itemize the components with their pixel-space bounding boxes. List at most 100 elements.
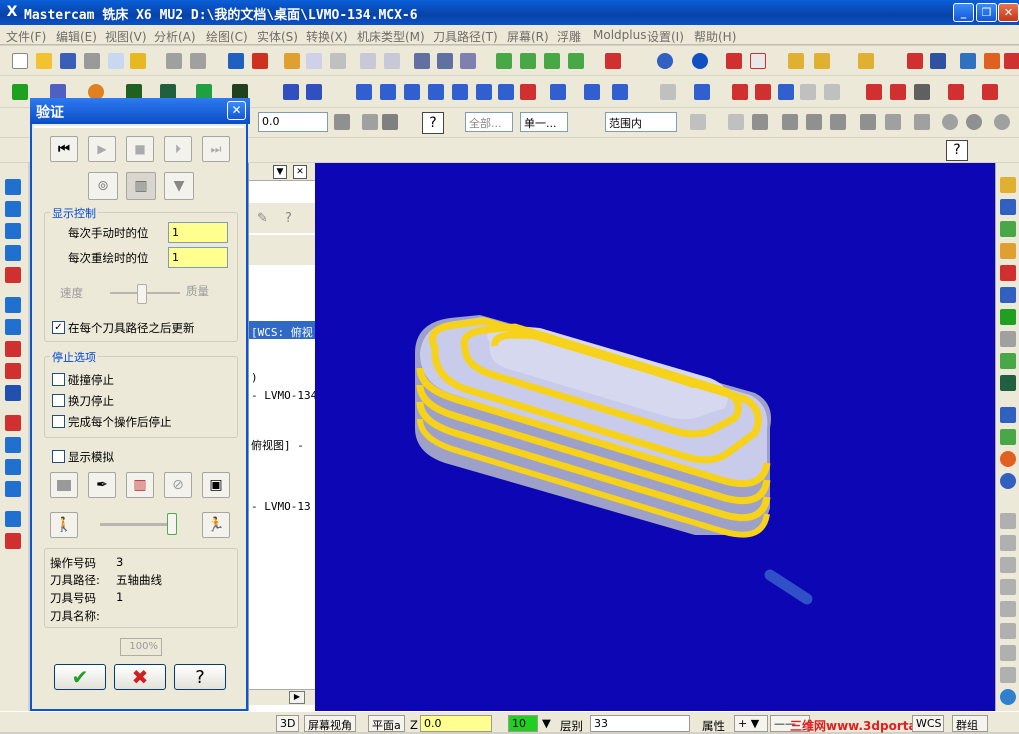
rotate-icon[interactable] [380,84,396,100]
draw-pencil-icon[interactable] [1000,177,1016,193]
color-dropdown-icon[interactable]: ▼ [542,716,551,730]
save-icon[interactable] [60,53,76,69]
range-select[interactable]: 范围内 [605,112,677,132]
shade-blue-icon[interactable] [1000,407,1016,423]
zoom-in-icon[interactable] [360,53,376,69]
check-icon[interactable] [907,53,923,69]
gray-3-icon[interactable] [1000,557,1016,573]
boolean-common-icon[interactable] [5,459,21,475]
auto-cursor-icon[interactable] [382,114,398,130]
grid-right-icon[interactable] [1000,243,1016,259]
loop-select-icon[interactable] [830,114,846,130]
scroll-right-icon[interactable]: ▶ [289,691,305,704]
offset-icon[interactable] [452,84,468,100]
boolean-add-icon[interactable] [5,415,21,431]
dialog-close-button[interactable]: ✕ [227,101,246,120]
blue-ball-icon[interactable] [1000,473,1016,489]
mirror-xform-icon[interactable] [404,84,420,100]
gray-8-icon[interactable] [1000,667,1016,683]
step-button[interactable]: ⏵ [164,136,192,162]
redraw-step-input[interactable]: 1 [168,247,228,268]
verify-icon[interactable] [982,84,998,100]
hand-icon[interactable] [660,84,676,100]
zoom-window-icon[interactable] [284,53,300,69]
trim-icon[interactable] [283,84,299,100]
top-view-icon[interactable] [520,53,536,69]
exclaim-icon[interactable] [362,114,378,130]
walk-button[interactable]: 🚶 [50,512,78,538]
menu-screen[interactable]: 屏幕(R) [507,28,549,45]
orange-icon[interactable] [1000,451,1016,467]
group-button[interactable]: 群组 [952,715,988,732]
menu-toolpaths[interactable]: 刀具路径(T) [433,28,498,45]
scale-icon[interactable] [428,84,444,100]
side-view-icon[interactable] [568,53,584,69]
break-icon[interactable] [306,84,322,100]
select-all-button[interactable]: 全部... [465,112,513,132]
translate-icon[interactable] [356,84,372,100]
graphics-viewport[interactable] [315,163,995,711]
solid-layout-icon[interactable] [5,481,21,497]
array-icon[interactable] [498,84,514,100]
solid-red-icon[interactable] [1004,53,1019,69]
menu-help[interactable]: 帮助(H) [694,28,736,45]
sketch-icon[interactable] [814,53,830,69]
color-icon[interactable] [984,53,1000,69]
plane-button[interactable]: 平面a [368,715,405,732]
gray-1-icon[interactable] [1000,513,1016,529]
speed-quality-slider[interactable] [137,284,147,304]
stock-icon[interactable] [948,84,964,100]
menu-relief[interactable]: 浮雕 [557,28,581,45]
hint-icon[interactable] [130,53,146,69]
rewind-button[interactable]: ⏮ [50,136,78,162]
wireframe-icon[interactable] [750,53,766,69]
undo-select-icon[interactable] [885,114,901,130]
ops-dropdown-icon[interactable]: ▼ [273,165,287,179]
cancel-select-icon[interactable] [942,114,958,130]
iso-view-icon[interactable] [496,53,512,69]
solid-thicken-icon[interactable] [5,363,21,379]
new-file-icon[interactable] [12,53,28,69]
update-after-path-checkbox[interactable]: ✓ [52,321,65,334]
hide-icon[interactable] [460,53,476,69]
end-select-icon[interactable] [966,114,982,130]
register-icon[interactable] [612,84,628,100]
list-icon[interactable] [755,84,771,100]
machine-icon[interactable] [914,84,930,100]
menu-machine-type[interactable]: 机床类型(M) [357,28,425,45]
menu-analyze[interactable]: 分析(A) [154,28,196,45]
solid-sweep-icon[interactable] [5,223,21,239]
ribbon-help-icon[interactable]: ? [946,140,968,161]
fast-forward-button[interactable]: ⏭ [202,136,230,162]
dynamic-icon[interactable] [694,84,710,100]
attribute-icon[interactable] [437,53,453,69]
solid-view-icon[interactable] [5,511,21,527]
save-stl-button[interactable]: ▣ [202,472,230,498]
drag-icon[interactable] [550,84,566,100]
edge-select-icon[interactable] [806,114,822,130]
fastpoint-icon[interactable] [334,114,350,130]
pencil-icon[interactable] [788,53,804,69]
snap-icon[interactable] [1000,199,1016,215]
grid-icon[interactable] [930,53,946,69]
gray-6-icon[interactable] [1000,623,1016,639]
cube-icon[interactable] [1000,221,1016,237]
face-select-icon[interactable] [752,114,768,130]
cube-select-icon[interactable] [860,114,876,130]
project-icon[interactable] [476,84,492,100]
play-button[interactable]: ▶ [88,136,116,162]
manual-step-input[interactable]: 1 [168,222,228,243]
angle-icon[interactable] [778,84,794,100]
redo-icon[interactable] [190,53,206,69]
folder-button[interactable] [50,472,78,498]
solid-shell-icon[interactable] [5,319,21,335]
wcs-button[interactable]: WCS [912,715,944,732]
select-single-button[interactable]: 单一... [520,112,568,132]
repaint-icon[interactable] [252,53,268,69]
z-value-input[interactable]: 0.0 [420,715,492,732]
ops-hscrollbar[interactable]: ▶ [249,689,317,705]
edit-icon[interactable] [858,53,874,69]
menu-view[interactable]: 视图(V) [105,28,147,45]
solid-icon[interactable] [726,53,742,69]
dim-icon[interactable] [800,84,816,100]
